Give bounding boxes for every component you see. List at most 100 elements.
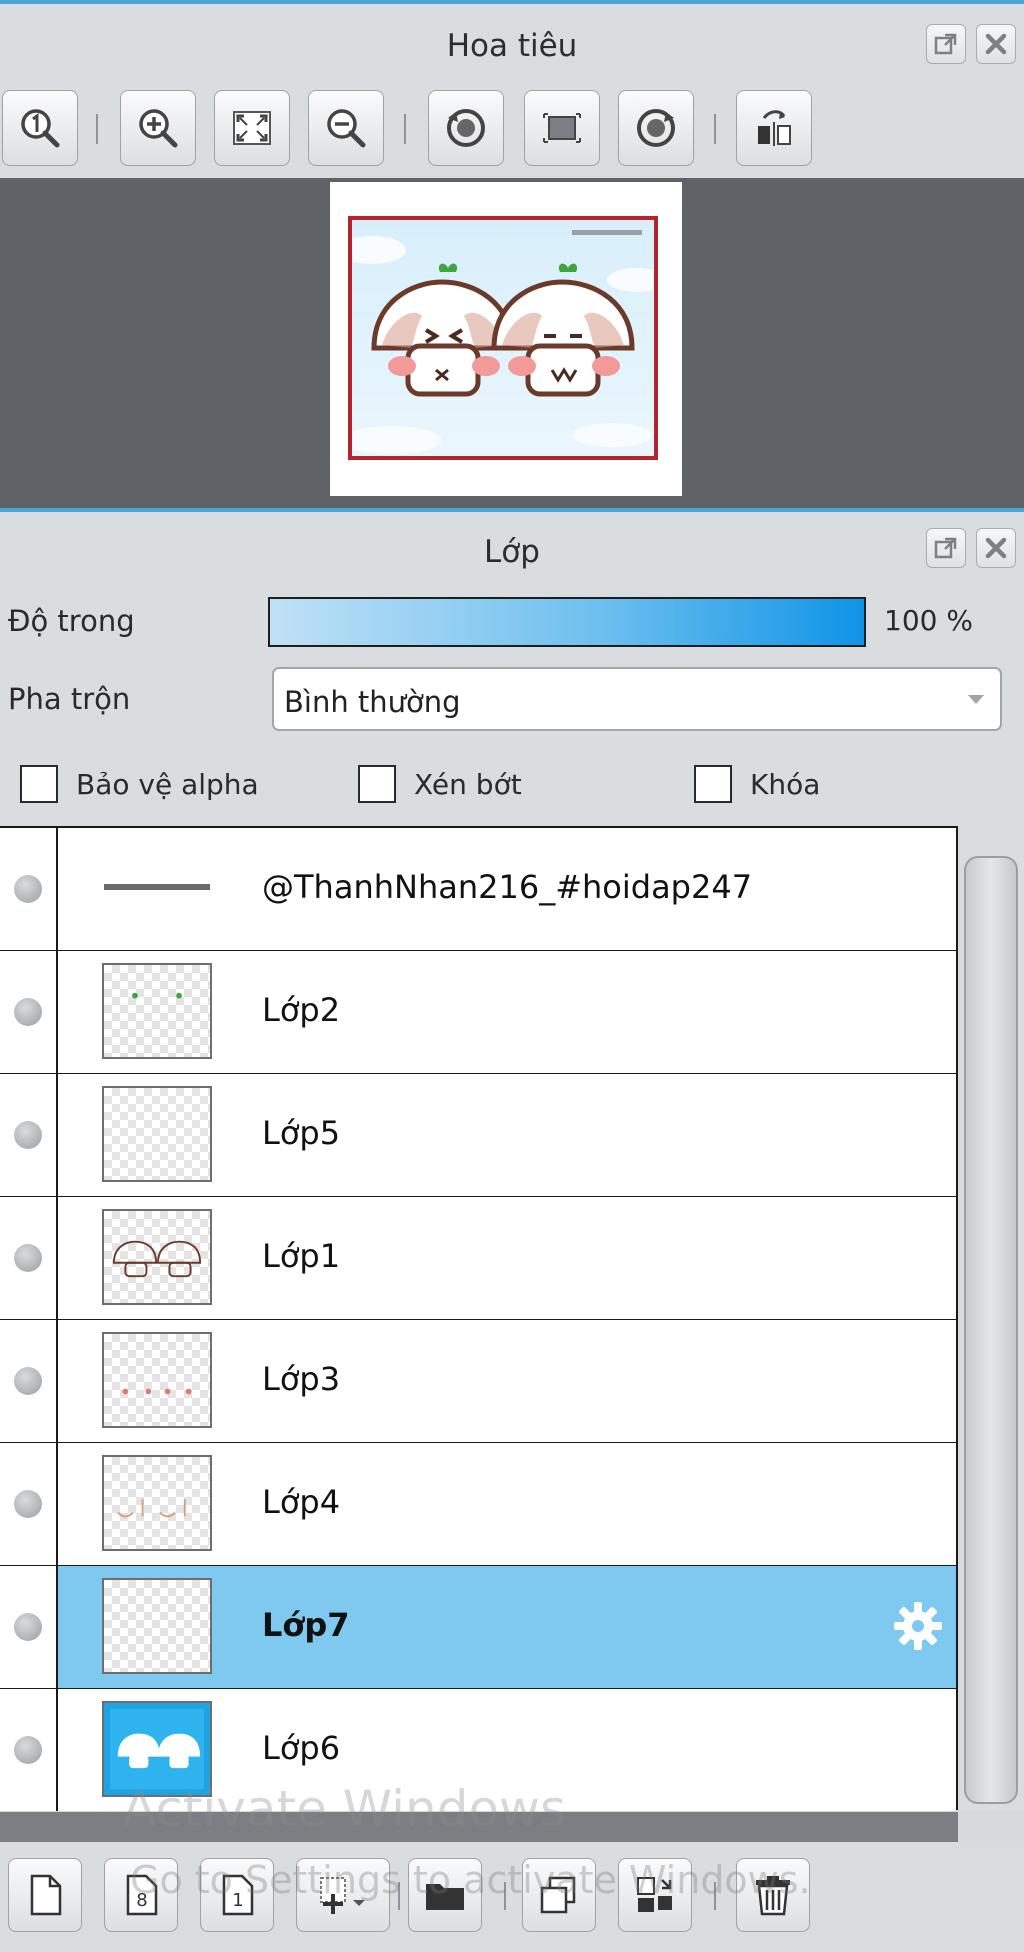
close-icon (985, 537, 1007, 559)
navigator-preview[interactable] (0, 178, 1024, 508)
checkbox-box[interactable] (358, 765, 396, 803)
layer-row-body[interactable]: Lớp6 (58, 1689, 956, 1811)
visibility-dot-icon (14, 875, 42, 903)
navigator-title: Hoa tiêu (446, 28, 578, 64)
svg-text:1: 1 (232, 1890, 243, 1911)
navigator-undock-button[interactable] (926, 24, 966, 64)
text-layer-thumbnail (104, 884, 210, 890)
layer-row[interactable]: @ThanhNhan216_#hoidap247 (0, 828, 956, 952)
layer-thumbnail (102, 1455, 212, 1551)
layer-row-body[interactable]: Lớp4 (58, 1443, 956, 1565)
scrollbar-thumb[interactable] (964, 856, 1018, 1804)
layer-name: Lớp5 (262, 1114, 341, 1152)
layer-row-body[interactable]: Lớp7 (58, 1566, 956, 1688)
rotate-right-button[interactable] (618, 90, 694, 166)
visibility-toggle[interactable] (0, 951, 58, 1073)
zoom-out-button[interactable] (308, 90, 384, 166)
checkbox-box[interactable] (20, 765, 58, 803)
visibility-toggle[interactable] (0, 1689, 58, 1811)
merge-down-button[interactable] (618, 1858, 692, 1932)
zoom-actual-size-button[interactable] (2, 90, 78, 166)
layer-row-body[interactable]: Lớp2 (58, 951, 956, 1073)
layer-thumbnail (102, 1209, 212, 1305)
gear-icon[interactable] (890, 1598, 946, 1654)
toolbar-separator (96, 114, 100, 144)
visibility-dot-icon (14, 1736, 42, 1764)
visibility-toggle[interactable] (0, 1320, 58, 1442)
layer-list-scrollbar[interactable] (960, 826, 1024, 1810)
zoom-in-icon (139, 109, 178, 148)
toolbar-separator (714, 1882, 716, 1910)
fit-window-icon (233, 111, 271, 145)
new-layer-button[interactable] (8, 1858, 82, 1932)
visibility-toggle[interactable] (0, 828, 58, 950)
protect-alpha-checkbox[interactable]: Bảo vệ alpha (20, 765, 259, 803)
navigator-header: Hoa tiêu (0, 0, 1024, 86)
add-layer-menu-button[interactable] (296, 1858, 390, 1932)
undock-icon (934, 537, 957, 559)
layer-row[interactable]: Lớp4 (0, 1443, 956, 1567)
new-1bit-layer-button[interactable]: 1 (200, 1858, 274, 1932)
chevron-down-icon (968, 695, 984, 704)
zoom-out-icon (327, 109, 366, 148)
navigator-close-button[interactable] (976, 24, 1016, 64)
layer-name: Lớp6 (262, 1729, 341, 1767)
new-8bit-layer-button[interactable]: 8 (104, 1858, 178, 1932)
opacity-slider[interactable] (268, 597, 866, 647)
clipping-checkbox[interactable]: Xén bớt (358, 765, 522, 803)
blend-mode-select[interactable]: Bình thường (272, 667, 1002, 731)
layer-thumbnail (102, 1332, 212, 1428)
fit-to-window-button[interactable] (214, 90, 290, 166)
new-folder-button[interactable] (408, 1858, 482, 1932)
layer-row[interactable]: Lớp3 (0, 1320, 956, 1444)
layer-row[interactable]: Lớp1 (0, 1197, 956, 1321)
layer-thumbnail (102, 840, 212, 936)
rotate-left-button[interactable] (428, 90, 504, 166)
layers-title: Lớp (484, 534, 540, 570)
visibility-toggle[interactable] (0, 1197, 58, 1319)
navigator-toolbar (0, 86, 1024, 178)
undock-icon (934, 33, 957, 55)
layer-row[interactable]: Lớp2 (0, 951, 956, 1075)
delete-layer-button[interactable] (736, 1858, 810, 1932)
blend-mode-value: Bình thường (284, 685, 461, 719)
layer-name: Lớp3 (262, 1360, 341, 1398)
visibility-toggle[interactable] (0, 1566, 58, 1688)
layer-row[interactable]: Lớp6 (0, 1689, 956, 1813)
duplicate-layer-button[interactable] (522, 1858, 596, 1932)
page-1-icon: 1 (222, 1874, 254, 1916)
toolbar-separator (404, 114, 408, 144)
visibility-toggle[interactable] (0, 1074, 58, 1196)
page-8-icon: 8 (126, 1874, 158, 1916)
visibility-dot-icon (14, 1613, 42, 1641)
layers-close-button[interactable] (976, 528, 1016, 568)
svg-text:8: 8 (136, 1890, 147, 1911)
layer-list: @ThanhNhan216_#hoidap247 Lớp2 Lớp5 Lớp1 … (0, 826, 958, 1813)
paint-tool-window: Hoa tiêu Lớp Độ trong 100 % Pha trộn Bìn… (0, 0, 1024, 1952)
toolbar-separator (398, 1882, 400, 1910)
reset-view-button[interactable] (524, 90, 600, 166)
visibility-toggle[interactable] (0, 1443, 58, 1565)
visibility-dot-icon (14, 1490, 42, 1518)
opacity-label: Độ trong (8, 604, 135, 638)
layer-row-body[interactable]: Lớp5 (58, 1074, 956, 1196)
layer-row[interactable]: Lớp5 (0, 1074, 956, 1198)
checkbox-box[interactable] (694, 765, 732, 803)
layer-thumbnail (102, 1086, 212, 1182)
flip-horizontal-icon (758, 110, 791, 146)
layer-row-body[interactable]: Lớp3 (58, 1320, 956, 1442)
zoom-in-button[interactable] (120, 90, 196, 166)
flip-horizontal-button[interactable] (736, 90, 812, 166)
layers-undock-button[interactable] (926, 528, 966, 568)
view-frame (348, 216, 658, 460)
lock-checkbox[interactable]: Khóa (694, 765, 820, 803)
layer-name: Lớp7 (262, 1606, 350, 1644)
protect-alpha-label: Bảo vệ alpha (76, 767, 259, 801)
layer-row-body[interactable]: Lớp1 (58, 1197, 956, 1319)
layer-row-body[interactable]: @ThanhNhan216_#hoidap247 (58, 828, 956, 950)
blend-label: Pha trộn (8, 682, 131, 716)
mushroom-artwork (352, 230, 654, 454)
horizontal-scrollbar[interactable] (0, 1812, 958, 1842)
toolbar-separator (504, 1882, 506, 1910)
layer-row-selected[interactable]: Lớp7 (0, 1566, 956, 1690)
